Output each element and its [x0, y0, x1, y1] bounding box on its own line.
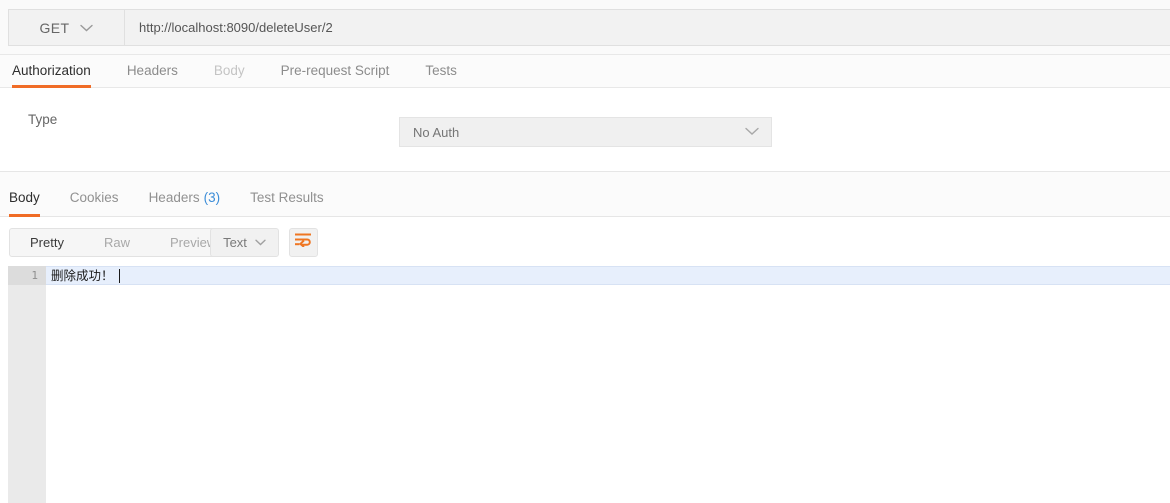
active-line-highlight — [46, 266, 1170, 285]
response-tab-body-label: Body — [9, 190, 40, 205]
line-number-gutter — [8, 266, 46, 503]
tab-authorization[interactable]: Authorization — [12, 63, 91, 88]
url-value: http://localhost:8090/deleteUser/2 — [139, 20, 333, 35]
text-cursor — [118, 268, 121, 283]
response-tab-cookies[interactable]: Cookies — [70, 190, 119, 216]
tab-pre-request-script-label: Pre-request Script — [280, 63, 390, 78]
chevron-down-icon — [745, 123, 759, 141]
auth-type-label: Type — [28, 112, 58, 127]
headers-count-badge: (3) — [203, 190, 221, 205]
response-tab-test-results-label: Test Results — [250, 190, 324, 205]
line-number-1: 1 — [31, 269, 38, 282]
view-mode-raw[interactable]: Raw — [84, 229, 150, 256]
tab-headers-label: Headers — [126, 63, 178, 78]
response-tab-headers-label: Headers — [148, 190, 200, 205]
response-tab-body[interactable]: Body — [9, 190, 40, 217]
response-format-dropdown[interactable]: Text — [210, 228, 279, 257]
view-mode-segmented-control: Pretty Raw Preview — [9, 228, 238, 257]
chevron-down-icon — [255, 239, 266, 246]
tab-body[interactable]: Body — [214, 63, 245, 87]
response-tab-headers[interactable]: Headers (3) — [149, 190, 221, 216]
auth-type-dropdown[interactable]: No Auth — [399, 117, 772, 147]
request-url-bar: GET http://localhost:8090/deleteUser/2 — [0, 0, 1170, 55]
response-body-line-1: 删除成功！ — [51, 266, 121, 285]
tab-authorization-label: Authorization — [12, 63, 91, 78]
word-wrap-icon — [295, 233, 312, 252]
http-method-label: GET — [39, 19, 70, 36]
tab-headers[interactable]: Headers — [127, 63, 178, 87]
response-body-viewer[interactable]: 1 删除成功！ — [0, 266, 1170, 503]
word-wrap-toggle-button[interactable] — [289, 228, 318, 257]
response-tab-test-results[interactable]: Test Results — [250, 190, 324, 216]
tab-pre-request-script[interactable]: Pre-request Script — [281, 63, 390, 87]
http-method-dropdown[interactable]: GET — [8, 9, 124, 46]
response-tab-bar: Body Cookies Headers (3) Test Results — [0, 172, 1170, 217]
tab-tests-label: Tests — [425, 63, 457, 78]
response-format-value: Text — [223, 235, 247, 250]
view-mode-pretty[interactable]: Pretty — [10, 229, 84, 256]
tab-tests[interactable]: Tests — [425, 63, 457, 87]
chevron-down-icon — [80, 24, 94, 32]
request-tab-bar: Authorization Headers Body Pre-request S… — [0, 55, 1170, 88]
response-tab-cookies-label: Cookies — [69, 190, 119, 205]
tab-body-label: Body — [213, 63, 245, 78]
response-body-text: 删除成功！ — [51, 268, 114, 283]
auth-type-value: No Auth — [413, 124, 460, 140]
url-input[interactable]: http://localhost:8090/deleteUser/2 — [124, 9, 1170, 46]
